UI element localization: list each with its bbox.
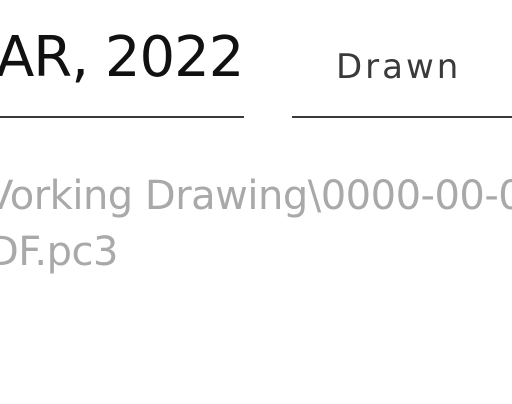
file-path-line-2: DF.pc3: [0, 229, 118, 275]
date-underline: [0, 116, 244, 118]
drawn-label: Drawn: [336, 47, 462, 87]
date-field: AR, 2022: [0, 25, 244, 90]
drawing-title-block: AR, 2022 Drawn Vorking Drawing\0000-00-0…: [0, 0, 512, 404]
drawn-underline: [292, 116, 512, 118]
file-path-line-1: Vorking Drawing\0000-00-00: [0, 173, 512, 219]
